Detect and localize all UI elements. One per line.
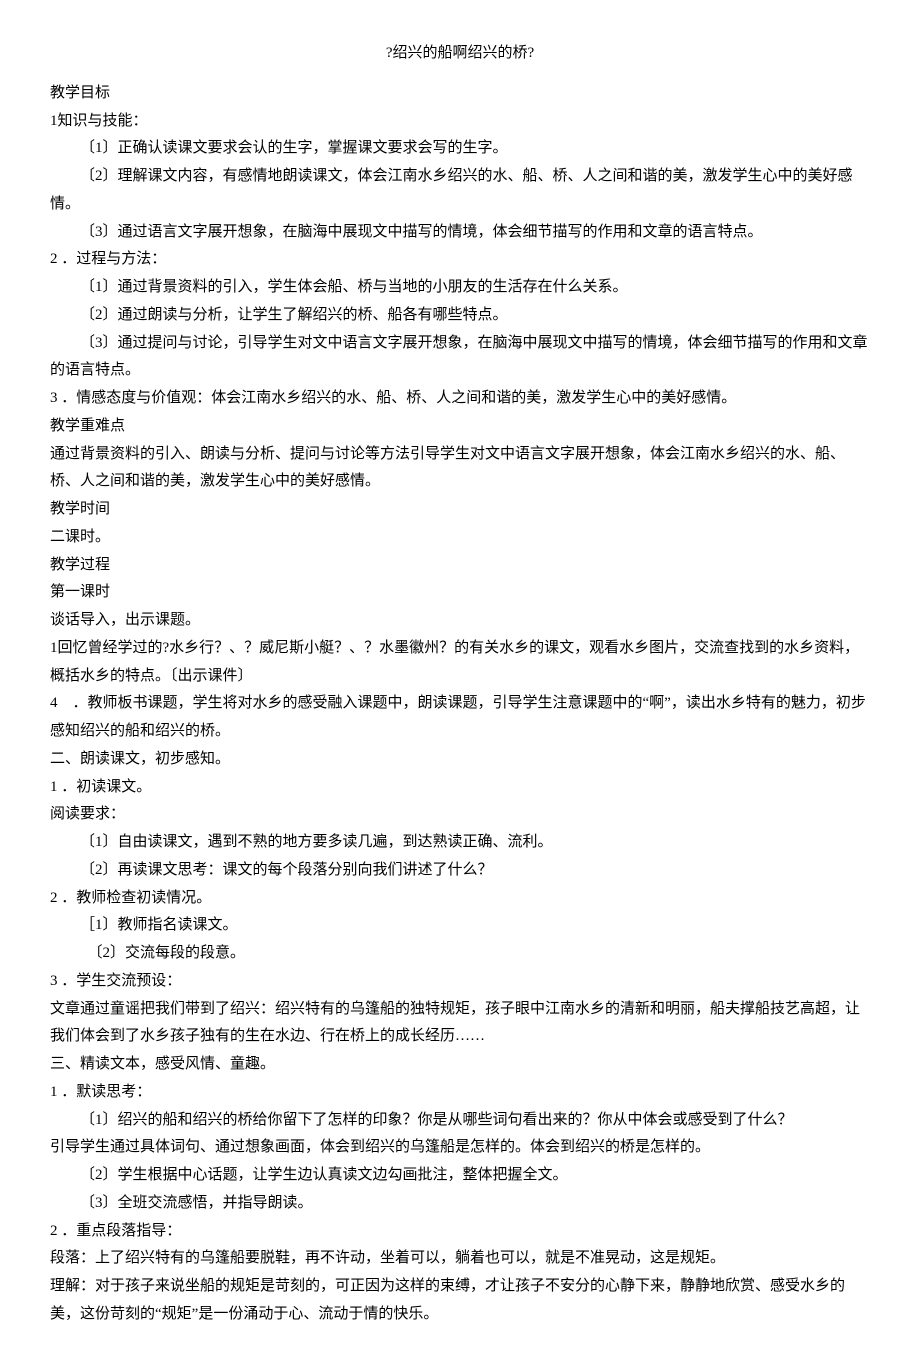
body-line: 文章通过童谣把我们带到了绍兴：绍兴特有的乌篷船的独特规矩，孩子眼中江南水乡的清新… [50,996,870,1052]
document-title: ?绍兴的船啊绍兴的桥? [50,40,870,68]
body-line: 引导学生通过具体词句、通过想象画面，体会到绍兴的乌篷船是怎样的。体会到绍兴的桥是… [50,1134,870,1162]
body-line: 通过背景资料的引入、朗读与分析、提问与讨论等方法引导学生对文中语言文字展开想象，… [50,441,870,497]
body-line: 〔1〕自由读课文，遇到不熟的地方要多读几遍，到达熟读正确、流利。 [50,829,870,857]
body-line: 〔3〕全班交流感悟，并指导朗读。 [50,1190,870,1218]
body-line: 阅读要求： [50,801,870,829]
body-line: 〔3〕通过提问与讨论，引导学生对文中语言文字展开想象，在脑海中展现文中描写的情境… [50,330,870,386]
body-line: 谈话导入，出示课题。 [50,607,870,635]
body-line: 1 ．初读课文。 [50,774,870,802]
body-line: 1知识与技能： [50,108,870,136]
body-line: 教学重难点 [50,413,870,441]
body-line: 教学时间 [50,496,870,524]
body-line: 〔3〕通过语言文字展开想象，在脑海中展现文中描写的情境，体会细节描写的作用和文章… [50,219,870,247]
body-line: 〔1〕通过背景资料的引入，学生体会船、桥与当地的小朋友的生活存在什么关系。 [50,274,870,302]
body-line: 三、精读文本，感受风情、童趣。 [50,1051,870,1079]
body-line: 二、朗读课文，初步感知。 [50,746,870,774]
body-line: 〔1〕绍兴的船和绍兴的桥给你留下了怎样的印象？你是从哪些词句看出来的？你从中体会… [50,1107,870,1135]
body-line: 1 ．默读思考： [50,1079,870,1107]
body-line: 教学过程 [50,552,870,580]
body-line: 〔2〕学生根据中心话题，让学生边认真读文边勾画批注，整体把握全文。 [50,1162,870,1190]
body-line: 第一课时 [50,579,870,607]
body-line: 〔2〕交流每段的段意。 [50,940,870,968]
body-line: 〔2〕通过朗读与分析，让学生了解绍兴的桥、船各有哪些特点。 [50,302,870,330]
body-line: 2 ．教师检查初读情况。 [50,885,870,913]
body-line: 3 ．情感态度与价值观：体会江南水乡绍兴的水、船、桥、人之间和谐的美，激发学生心… [50,385,870,413]
body-line: 〔2〕理解课文内容，有感情地朗读课文，体会江南水乡绍兴的水、船、桥、人之间和谐的… [50,163,870,219]
body-line: 〔2〕再读课文思考：课文的每个段落分别向我们讲述了什么？ [50,857,870,885]
body-line: 二课时。 [50,524,870,552]
body-line: 〔1〕正确认读课文要求会认的生字，掌握课文要求会写的生字。 [50,135,870,163]
body-line: ［1〕教师指名读课文。 [50,912,870,940]
body-line: 1回忆曾经学过的?水乡行？、？威尼斯小艇？、？水墨徽州？的有关水乡的课文，观看水… [50,635,870,691]
body-line: 教学目标 [50,80,870,108]
document-body: 教学目标1知识与技能：〔1〕正确认读课文要求会认的生字，掌握课文要求会写的生字。… [50,80,870,1329]
body-line: 段落：上了绍兴特有的乌篷船要脱鞋，再不许动，坐着可以，躺着也可以，就是不准晃动，… [50,1245,870,1273]
body-line: 4 ．教师板书课题，学生将对水乡的感受融入课题中，朗读课题，引导学生注意课题中的… [50,690,870,746]
body-line: 2 ．过程与方法： [50,246,870,274]
body-line: 3 ．学生交流预设： [50,968,870,996]
body-line: 2 ．重点段落指导： [50,1218,870,1246]
